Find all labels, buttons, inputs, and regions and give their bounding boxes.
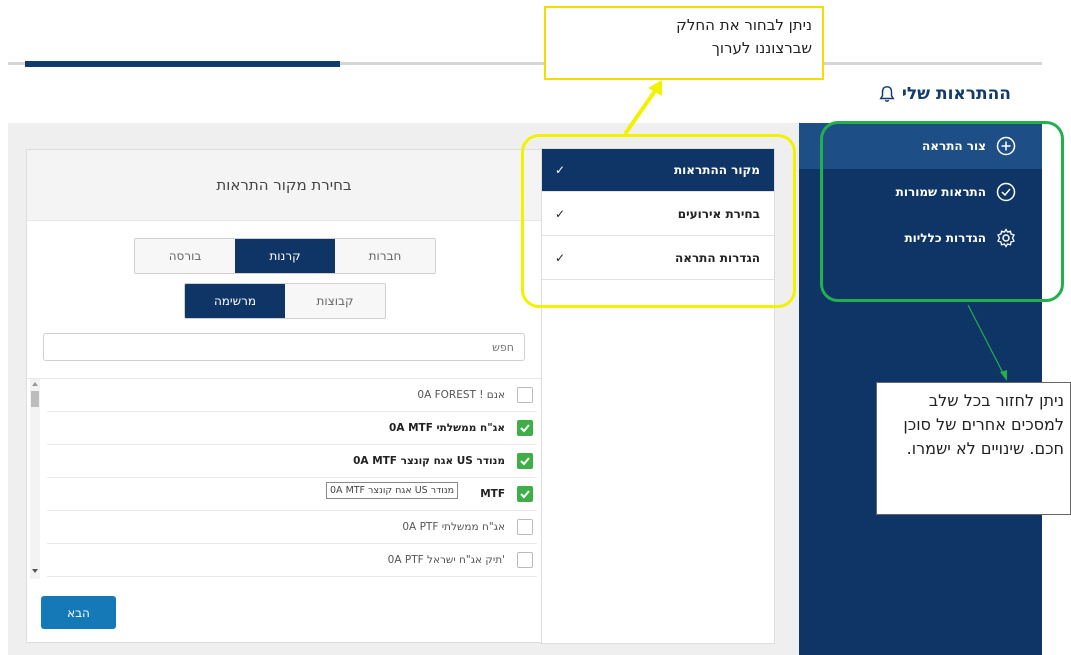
yellow-arrow-line xyxy=(623,86,659,136)
annotation-arrows xyxy=(623,80,1007,381)
top-callout-line: שברצוננו לערוך xyxy=(711,39,812,57)
side-callout: ניתן לחזור בכל שלב למסכים אחרים של סוכן … xyxy=(876,382,1071,515)
top-callout: ניתן לבחור את החלק שברצוננו לערוך xyxy=(544,6,824,80)
green-arrow-line xyxy=(967,304,1005,376)
green-arrow-head xyxy=(1000,370,1007,381)
top-callout-line: ניתן לבחור את החלק xyxy=(676,16,812,34)
